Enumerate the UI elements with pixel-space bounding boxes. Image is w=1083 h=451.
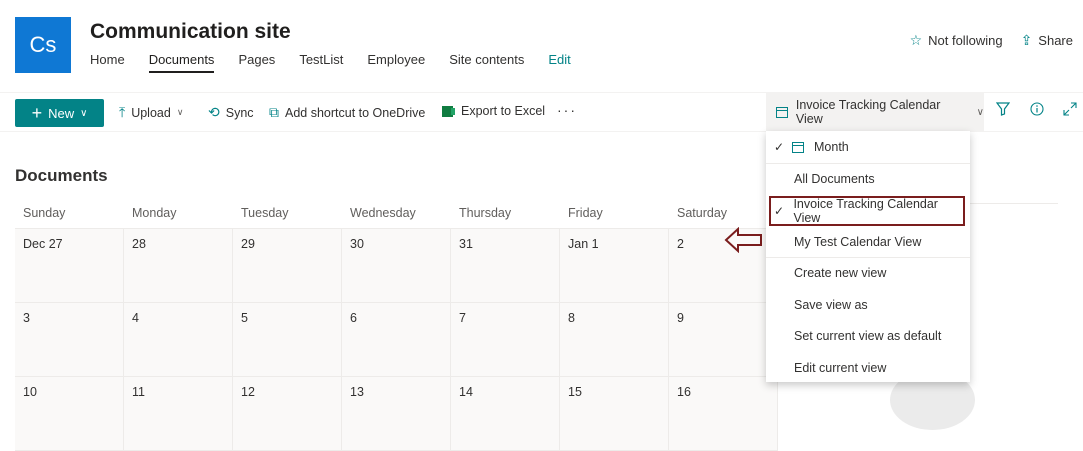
menu-item-month-label: Month <box>814 140 849 154</box>
calendar-day[interactable]: 7 <box>451 303 560 377</box>
share-button[interactable]: ⇪ Share <box>1021 32 1073 49</box>
menu-item-edit-label: Edit current view <box>794 361 887 375</box>
new-label: New <box>48 105 75 121</box>
expand-icon[interactable] <box>1063 102 1077 120</box>
site-title[interactable]: Communication site <box>90 20 291 44</box>
menu-item-save-as-label: Save view as <box>794 298 868 312</box>
chevron-down-icon: ∨ <box>176 107 184 117</box>
share-label: Share <box>1038 33 1073 48</box>
annotation-arrow-icon <box>724 226 764 258</box>
calendar-day[interactable]: 31 <box>451 229 560 303</box>
calendar-day[interactable]: 11 <box>124 377 233 451</box>
calendar-day[interactable]: 10 <box>15 377 124 451</box>
checkmark-icon: ✓ <box>774 204 785 218</box>
nav-pages[interactable]: Pages <box>238 52 275 73</box>
calendar-grid: Sunday Monday Tuesday Wednesday Thursday… <box>15 200 779 451</box>
sync-label: Sync <box>225 105 254 120</box>
info-icon[interactable] <box>1030 102 1044 120</box>
shortcut-label: Add shortcut to OneDrive <box>285 105 426 120</box>
calendar-day[interactable]: Dec 27 <box>15 229 124 303</box>
header-actions: ☆ Not following ⇪ Share <box>892 32 1073 49</box>
menu-item-save-view-as[interactable]: Save view as <box>766 290 970 320</box>
calendar-day[interactable]: 30 <box>342 229 451 303</box>
weekday-sunday: Sunday <box>23 206 66 220</box>
sync-icon: ⟲ <box>208 104 220 120</box>
menu-item-create-view[interactable]: Create new view <box>766 258 970 288</box>
calendar-weekday-header: Sunday Monday Tuesday Wednesday Thursday… <box>15 200 779 229</box>
nav-home[interactable]: Home <box>90 52 125 73</box>
calendar-day[interactable]: 9 <box>669 303 778 377</box>
site-logo-text: Cs <box>29 32 57 57</box>
calendar-day[interactable]: 14 <box>451 377 560 451</box>
add-shortcut-button[interactable]: ⧉ Add shortcut to OneDrive <box>269 104 425 121</box>
calendar-day[interactable]: 4 <box>124 303 233 377</box>
weekday-monday: Monday <box>132 206 177 220</box>
weekday-thursday: Thursday <box>459 206 512 220</box>
chevron-down-icon: ∨ <box>976 106 984 118</box>
menu-item-edit-view[interactable]: Edit current view <box>766 353 970 383</box>
menu-item-create-label: Create new view <box>794 266 887 280</box>
follow-label: Not following <box>928 33 1003 48</box>
calendar-day[interactable]: Jan 1 <box>560 229 669 303</box>
nav-employee[interactable]: Employee <box>367 52 425 73</box>
calendar-week: 10 11 12 13 14 15 16 <box>15 377 779 451</box>
menu-item-all-documents[interactable]: All Documents <box>766 164 970 194</box>
calendar-day[interactable]: 15 <box>560 377 669 451</box>
excel-icon <box>442 105 455 117</box>
nav-documents[interactable]: Documents <box>148 52 215 73</box>
excel-label: Export to Excel <box>461 104 546 118</box>
view-selector[interactable]: Invoice Tracking Calendar View ∨ <box>766 93 984 131</box>
calendar-icon <box>776 106 788 118</box>
menu-item-invoice-label: Invoice Tracking Calendar View <box>793 197 938 225</box>
weekday-friday: Friday <box>568 206 603 220</box>
calendar-day[interactable]: 6 <box>342 303 451 377</box>
shortcut-icon: ⧉ <box>269 104 279 120</box>
checkmark-icon: ✓ <box>774 140 785 154</box>
nav-edit[interactable]: Edit <box>548 52 570 73</box>
view-dropdown-menu: ✓ Month All Documents ✓ Invoice Tracking… <box>766 131 970 382</box>
calendar-day[interactable]: 28 <box>124 229 233 303</box>
current-view-label: Invoice Tracking Calendar View <box>795 98 941 126</box>
menu-item-all-documents-label: All Documents <box>794 172 875 186</box>
new-button[interactable]: + New ∨ <box>15 99 104 127</box>
weekday-tuesday: Tuesday <box>241 206 289 220</box>
weekday-saturday: Saturday <box>677 206 728 220</box>
calendar-day[interactable]: 12 <box>233 377 342 451</box>
site-navigation: Home Documents Pages TestList Employee S… <box>90 52 595 73</box>
share-icon: ⇪ <box>1020 32 1033 48</box>
follow-button[interactable]: ☆ Not following <box>910 32 1003 49</box>
upload-icon: ⤒ <box>119 104 126 120</box>
menu-item-invoice-tracking-view[interactable]: ✓ Invoice Tracking Calendar View <box>769 196 965 226</box>
nav-testlist[interactable]: TestList <box>299 52 343 73</box>
menu-item-set-default[interactable]: Set current view as default <box>766 321 970 351</box>
calendar-day[interactable]: 3 <box>15 303 124 377</box>
sync-button[interactable]: ⟲ Sync <box>208 104 254 121</box>
calendar-day[interactable]: 16 <box>669 377 778 451</box>
upload-label: Upload <box>131 105 171 120</box>
command-bar: + New ∨ ⤒ Upload ∨ ⟲ Sync ⧉ Add shortcut… <box>0 92 1083 132</box>
plus-icon: + <box>31 102 43 123</box>
calendar-week: 3 4 5 6 7 8 9 <box>15 303 779 377</box>
menu-item-set-default-label: Set current view as default <box>794 329 942 343</box>
export-excel-button[interactable]: Export to Excel <box>442 104 545 118</box>
more-commands-button[interactable]: ··· <box>557 102 577 118</box>
menu-item-my-test-label: My Test Calendar View <box>794 235 922 249</box>
library-title: Documents <box>15 166 108 185</box>
chevron-down-icon: ∨ <box>80 107 88 119</box>
upload-button[interactable]: ⤒ Upload ∨ <box>119 104 183 121</box>
calendar-week: Dec 27 28 29 30 31 Jan 1 2 <box>15 229 779 303</box>
star-icon: ☆ <box>909 32 923 48</box>
nav-site-contents[interactable]: Site contents <box>449 52 524 73</box>
calendar-day[interactable]: 8 <box>560 303 669 377</box>
weekday-wednesday: Wednesday <box>350 206 416 220</box>
menu-item-my-test-view[interactable]: My Test Calendar View <box>766 227 970 257</box>
calendar-icon <box>792 141 804 153</box>
calendar-day[interactable]: 13 <box>342 377 451 451</box>
calendar-day[interactable]: 29 <box>233 229 342 303</box>
site-logo[interactable]: Cs <box>15 17 71 73</box>
divider <box>966 203 1058 204</box>
menu-item-month[interactable]: ✓ Month <box>766 132 970 162</box>
filter-icon[interactable] <box>995 102 1011 120</box>
calendar-day[interactable]: 5 <box>233 303 342 377</box>
